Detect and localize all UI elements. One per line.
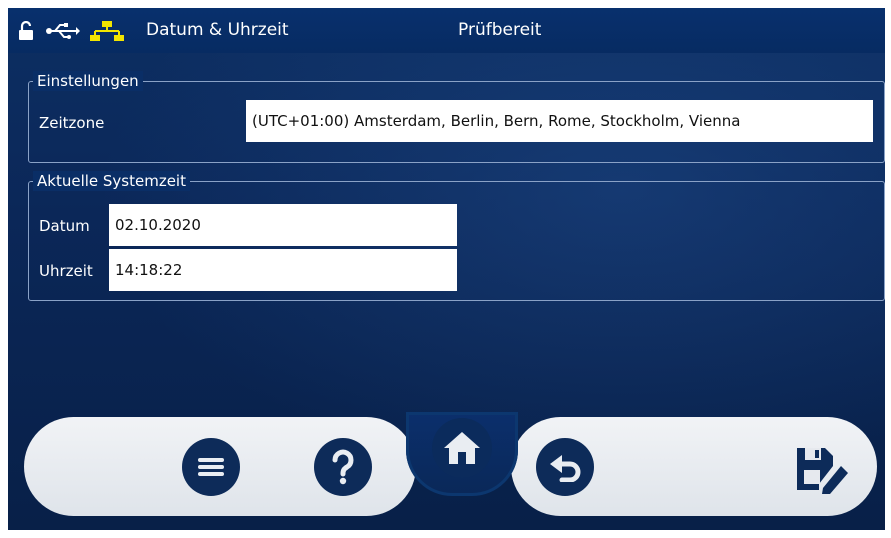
home-icon	[444, 432, 480, 464]
time-label: Uhrzeit	[39, 262, 93, 280]
status-icons	[18, 20, 124, 47]
top-bar: Datum & Uhrzeit Prüfbereit	[8, 8, 885, 53]
usb-icon	[46, 23, 80, 44]
screen: Datum & Uhrzeit Prüfbereit Einstellungen…	[8, 8, 885, 530]
save-edit-button[interactable]	[793, 444, 849, 494]
date-label: Datum	[39, 217, 90, 235]
system-time-group: Aktuelle Systemzeit Datum 02.10.2020 Uhr…	[28, 171, 885, 301]
menu-icon	[198, 458, 224, 476]
time-field[interactable]: 14:18:22	[109, 249, 457, 291]
timezone-label: Zeitzone	[39, 114, 105, 132]
save-edit-icon	[797, 448, 848, 494]
help-button[interactable]	[314, 438, 372, 496]
status-text: Prüfbereit	[458, 20, 542, 40]
menu-button[interactable]	[182, 438, 240, 496]
help-icon	[332, 449, 354, 485]
system-time-legend: Aktuelle Systemzeit	[33, 171, 190, 191]
undo-button[interactable]	[536, 438, 594, 496]
undo-icon	[550, 455, 581, 482]
settings-legend: Einstellungen	[33, 71, 143, 91]
timezone-select[interactable]: (UTC+01:00) Amsterdam, Berlin, Bern, Rom…	[246, 100, 873, 142]
page-title: Datum & Uhrzeit	[146, 20, 289, 40]
settings-group: Einstellungen Zeitzone (UTC+01:00) Amste…	[28, 71, 885, 163]
home-button[interactable]	[432, 418, 492, 478]
unlock-icon	[18, 20, 36, 46]
date-field[interactable]: 02.10.2020	[109, 204, 457, 246]
network-icon	[90, 20, 124, 47]
